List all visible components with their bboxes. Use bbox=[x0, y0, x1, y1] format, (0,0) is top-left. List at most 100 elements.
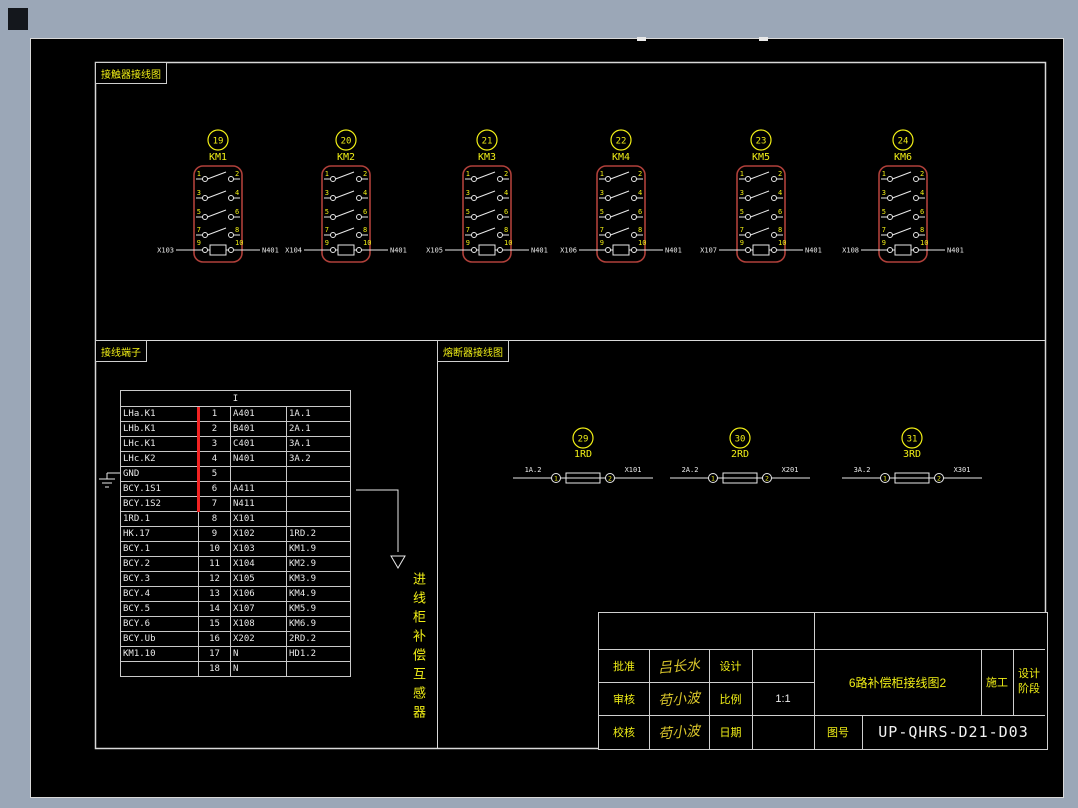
terminal-table: I LHa.K1 1 A401 1A.1 LHb.K1 2 B401 2A.1 LHc.K1 3 C4… bbox=[120, 390, 351, 677]
terminal-cell: LHa.K1 bbox=[120, 406, 199, 422]
terminal-row: 1RD.1 8 X101 bbox=[120, 511, 351, 527]
pin-number: 5 bbox=[325, 208, 329, 216]
pin-number: 9 bbox=[740, 239, 744, 247]
terminal-cell: GND bbox=[120, 466, 199, 482]
pin bbox=[631, 232, 637, 238]
approve-signature: 吕长水 bbox=[657, 656, 701, 677]
terminal-cell: LHc.K2 bbox=[120, 451, 199, 467]
pin bbox=[887, 176, 893, 182]
wire-label: X105 bbox=[426, 247, 443, 255]
terminal-cell bbox=[230, 466, 287, 482]
pin-number: 1 bbox=[554, 475, 558, 483]
pin-number: 10 bbox=[363, 239, 371, 247]
terminal-cell: KM1.10 bbox=[120, 646, 199, 662]
contact-blade bbox=[750, 227, 770, 236]
pin-number: 4 bbox=[778, 189, 782, 197]
id-number: 19 bbox=[213, 137, 224, 147]
pin-number: 6 bbox=[235, 208, 239, 216]
contactor-label: KM2 bbox=[337, 152, 355, 163]
fuse-2RD: 30 2RD 1 2 2A.2 X201 bbox=[670, 427, 810, 484]
coil bbox=[894, 244, 912, 256]
pin bbox=[471, 232, 477, 238]
terminal-cell: X107 bbox=[230, 601, 287, 617]
terminal-row: BCY.1S1 6 A411 bbox=[120, 481, 351, 497]
check-label: 校核 bbox=[613, 727, 635, 739]
pin-number: 6 bbox=[363, 208, 367, 216]
pin-number: 4 bbox=[920, 189, 924, 197]
stage-line2: 阶段 bbox=[1018, 683, 1040, 695]
pin bbox=[605, 214, 611, 220]
terminal-cell: LHc.K1 bbox=[120, 436, 199, 452]
pin bbox=[497, 195, 503, 201]
coil bbox=[209, 244, 227, 256]
coil bbox=[337, 244, 355, 256]
terminal-cell: 1RD.2 bbox=[286, 526, 351, 542]
pin bbox=[497, 247, 503, 253]
terminal-cell: HD1.2 bbox=[286, 646, 351, 662]
terminal-cell: 10 bbox=[198, 541, 231, 557]
pin-number: 2 bbox=[504, 170, 508, 178]
contact-blade bbox=[335, 190, 355, 199]
contact-blade bbox=[335, 209, 355, 218]
pin bbox=[745, 214, 751, 220]
contactor-KM2: 20 KM2 1 2 3 4 5 6 7 8 9 10 X104 N401 bbox=[285, 129, 407, 263]
contactor-KM6: 24 KM6 1 2 3 4 5 6 7 8 9 10 X108 N401 bbox=[842, 129, 964, 263]
review-signature: 苟小波 bbox=[657, 689, 701, 710]
cad-screenshot: { "colors": { "background_margin": "#9ba… bbox=[0, 0, 1078, 808]
terminal-cell: 7 bbox=[198, 496, 231, 512]
terminal-cell: BCY.6 bbox=[120, 616, 199, 632]
pin-number: 6 bbox=[638, 208, 642, 216]
pin-number: 2 bbox=[778, 170, 782, 178]
pin-number: 1 bbox=[740, 170, 744, 178]
pin-number: 1 bbox=[711, 475, 715, 483]
wire-label: X107 bbox=[700, 247, 717, 255]
terminal-cell bbox=[286, 496, 351, 512]
terminal-cell: KM6.9 bbox=[286, 616, 351, 632]
pin-number: 3 bbox=[882, 189, 886, 197]
coil bbox=[478, 244, 496, 256]
pin-number: 3 bbox=[600, 189, 604, 197]
pin-number: 1 bbox=[325, 170, 329, 178]
pin-number: 6 bbox=[920, 208, 924, 216]
pin bbox=[913, 232, 919, 238]
section-label-fuses: 熔断器接线图 bbox=[437, 340, 509, 362]
contactor-label: KM3 bbox=[478, 152, 496, 163]
terminal-cell: LHb.K1 bbox=[120, 421, 199, 437]
pin bbox=[887, 232, 893, 238]
pin bbox=[228, 214, 234, 220]
terminal-cell: 3A.1 bbox=[286, 436, 351, 452]
terminal-cell: BCY.4 bbox=[120, 586, 199, 602]
pin-number: 1 bbox=[197, 170, 201, 178]
wire-label: X108 bbox=[842, 247, 859, 255]
wire-label: X301 bbox=[954, 466, 971, 474]
terminal-cell: 14 bbox=[198, 601, 231, 617]
terminal-cell: 1A.1 bbox=[286, 406, 351, 422]
terminal-table-header: I bbox=[120, 390, 351, 407]
pin bbox=[202, 247, 208, 253]
fuse-label: 3RD bbox=[903, 449, 921, 460]
id-number: 23 bbox=[756, 137, 767, 147]
contact-blade bbox=[610, 209, 630, 218]
contact-blade bbox=[892, 190, 912, 199]
terminal-row: KM1.10 17 N HD1.2 bbox=[120, 646, 351, 662]
contact-blade bbox=[335, 227, 355, 236]
pin bbox=[745, 176, 751, 182]
terminal-row: BCY.1 10 X103 KM1.9 bbox=[120, 541, 351, 557]
pin-number: 10 bbox=[920, 239, 928, 247]
terminal-cell: BCY.2 bbox=[120, 556, 199, 572]
contact-blade bbox=[610, 190, 630, 199]
terminal-cell: 6 bbox=[198, 481, 231, 497]
wire-label: X101 bbox=[625, 466, 642, 474]
terminal-cell: 9 bbox=[198, 526, 231, 542]
terminal-cell: 3A.2 bbox=[286, 451, 351, 467]
pin-number: 3 bbox=[466, 189, 470, 197]
contact-blade bbox=[207, 209, 227, 218]
terminal-cell bbox=[120, 661, 199, 677]
terminal-row: LHb.K1 2 B401 2A.1 bbox=[120, 421, 351, 437]
pin bbox=[330, 232, 336, 238]
stage-line1: 设计 bbox=[1018, 668, 1040, 680]
terminal-cell: BCY.1S1 bbox=[120, 481, 199, 497]
pin-number: 5 bbox=[197, 208, 201, 216]
terminal-cell: KM5.9 bbox=[286, 601, 351, 617]
check-signature: 苟小波 bbox=[657, 723, 701, 743]
